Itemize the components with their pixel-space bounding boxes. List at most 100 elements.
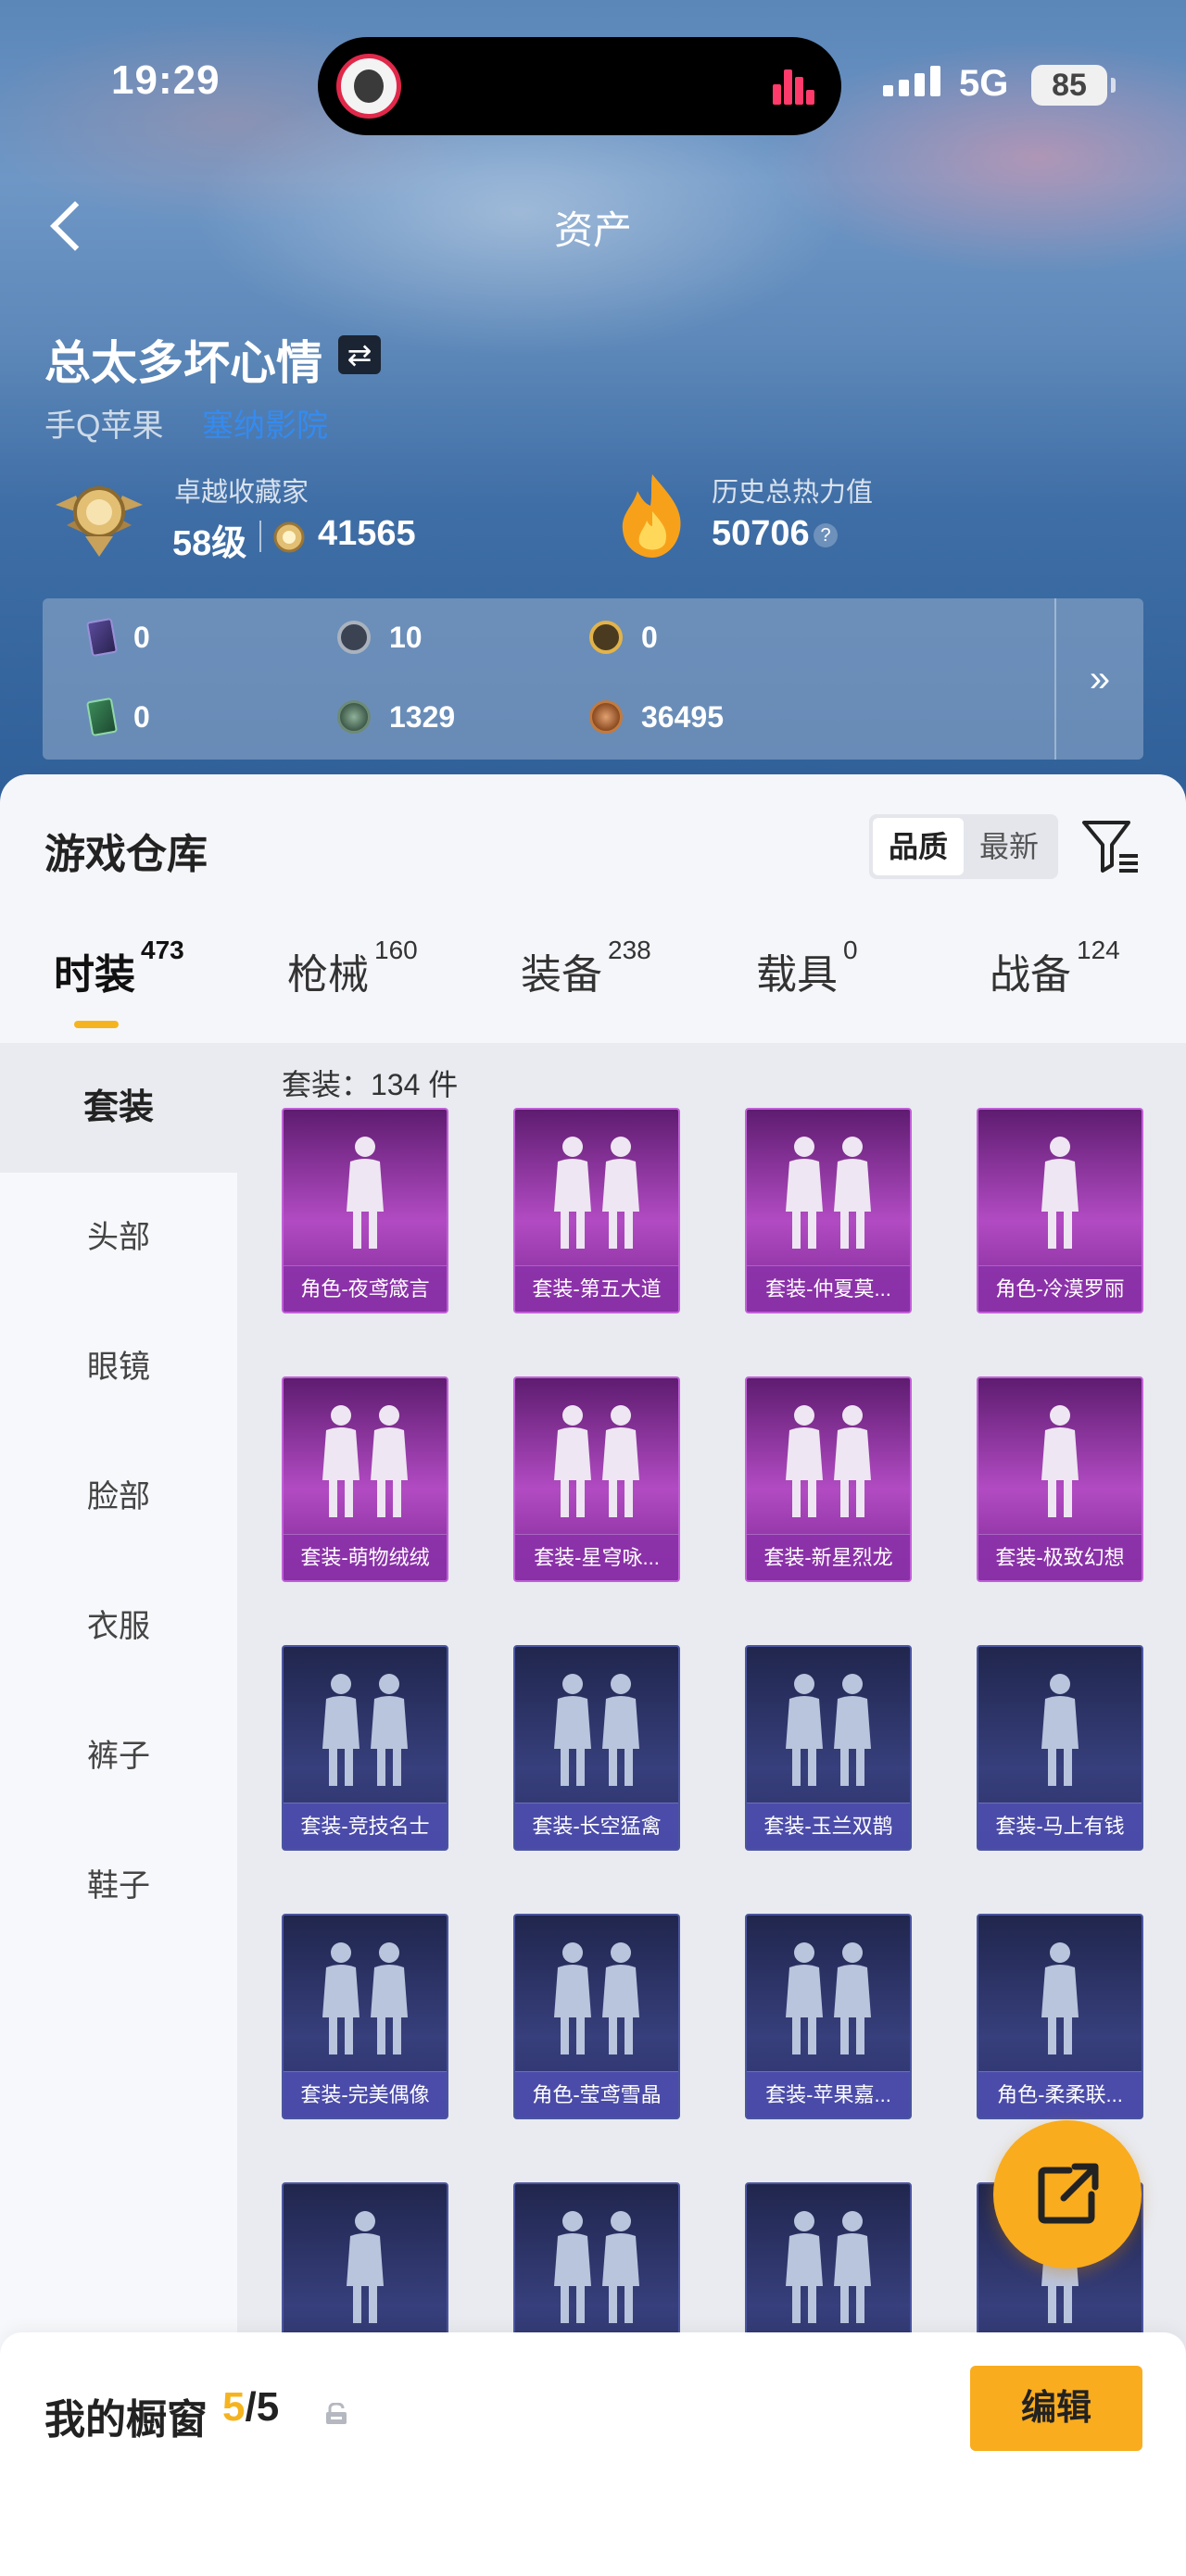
outfit-figure-icon [1041,1137,1079,1249]
outfit-figure-icon [322,1942,408,2055]
user-name: 总太多坏心情 [44,337,322,389]
currency-value: 0 [641,620,658,654]
item-card[interactable]: 套装-玉兰双鹊 [745,1645,912,1851]
item-name: 套装-苹果嘉... [747,2071,910,2117]
item-card[interactable]: 角色-莹鸢雪晶 [513,1914,680,2119]
tab-guns[interactable]: 枪械160 [287,936,418,1000]
signal-icon [883,65,944,96]
item-card[interactable]: 套装-极致幻想 [977,1376,1143,1582]
expand-currencies-icon[interactable]: » [1054,598,1143,760]
sidebar-item-head[interactable]: 头部 [0,1173,237,1302]
currency-value: 10 [389,620,423,654]
card-icon [85,617,119,658]
item-card[interactable]: 套装-完美偶像 [282,1914,448,2119]
region-label[interactable]: 塞纳影院 [202,400,328,446]
outfit-figure-icon [786,1674,871,1786]
edit-button[interactable]: 编辑 [970,2366,1142,2451]
sidebar-item-suits[interactable]: 套装 [0,1043,237,1173]
status-time: 19:29 [111,57,221,103]
points-icon [273,521,305,553]
item-card[interactable]: 角色-冷漠罗丽 [977,1108,1143,1313]
currency-panel: 0 10 0 0 1329 36495 » [43,598,1143,760]
item-name: 套装-新星烈龙 [747,1534,910,1580]
tab-count: 124 [1077,936,1120,964]
outfit-figure-icon [322,1674,408,1786]
item-card[interactable]: 角色-柔柔联... [977,1914,1143,2119]
item-name: 套装-星穹咏... [515,1534,678,1580]
currency-item: 1329 [337,697,455,737]
outfit-figure-icon [1041,1942,1079,2055]
item-name: 套装-竞技名士 [284,1803,447,1849]
item-card[interactable]: 套装-长空猛禽 [513,1645,680,1851]
item-card[interactable]: 套装-仲夏莫... [745,1108,912,1313]
sidebar-item-face[interactable]: 脸部 [0,1432,237,1562]
tab-label: 枪械 [287,952,369,998]
item-name: 角色-柔柔联... [978,2071,1142,2117]
item-card[interactable]: 套装-苹果嘉... [745,1914,912,2119]
showcase-title: 我的橱窗 [44,2397,208,2443]
outfit-figure-icon [786,2211,871,2323]
active-tab-indicator [74,1021,119,1028]
item-card[interactable]: 套装-星穹咏... [513,1376,680,1582]
outfit-figure-icon [1041,1405,1079,1517]
help-icon[interactable]: ? [814,523,838,547]
outfit-figure-icon [786,1942,871,2055]
silver-coin-icon [337,621,371,654]
sidebar-item-glasses[interactable]: 眼镜 [0,1302,237,1432]
item-name: 套装-完美偶像 [284,2071,447,2117]
item-name: 套装-玉兰双鹊 [747,1803,910,1849]
tab-fashion[interactable]: 时装473 [54,936,184,1000]
collector-label: 卓越收藏家 [174,478,309,508]
sort-by-newest[interactable]: 最新 [964,818,1054,875]
dynamic-island[interactable] [318,37,841,135]
bronze-coin-icon [589,700,623,734]
outfit-figure-icon [1041,1674,1079,1786]
tab-vehicles[interactable]: 载具0 [756,936,858,1000]
outfit-figure-icon [554,1674,639,1786]
tab-label: 载具 [756,952,838,998]
item-card[interactable]: 套装-竞技名士 [282,1645,448,1851]
currency-value: 1329 [389,699,456,734]
item-card[interactable]: 套装-萌物绒绒 [282,1376,448,1582]
currency-item: 36495 [589,697,724,737]
filter-icon[interactable] [1080,817,1140,874]
flame-icon [622,474,681,558]
outfit-figure-icon [554,1942,639,2055]
outfit-figure-icon [554,2211,639,2323]
switch-account-icon[interactable]: ⇄ [338,335,381,374]
tab-label: 装备 [521,952,602,998]
showcase-count: 5/5 [222,2384,279,2431]
tab-combat-gear[interactable]: 战备124 [990,936,1120,1000]
item-name: 套装-马上有钱 [978,1803,1142,1849]
network-type: 5G [959,63,1009,104]
showcase-total: /5 [245,2384,280,2430]
currency-item: 0 [85,617,150,658]
showcase-current: 5 [222,2384,246,2430]
item-name: 套装-极致幻想 [978,1534,1142,1580]
item-card[interactable]: 角色-夜鸢箴言 [282,1108,448,1313]
tab-count: 238 [608,936,651,964]
warehouse-title: 游戏仓库 [44,832,208,877]
sidebar-item-shoes[interactable]: 鞋子 [0,1821,237,1951]
item-card[interactable]: 套装-第五大道 [513,1108,680,1313]
item-card[interactable]: 套装-新星烈龙 [745,1376,912,1582]
outfit-figure-icon [347,1137,384,1249]
green-coin-icon [337,700,371,734]
sort-by-quality[interactable]: 品质 [873,818,964,875]
currency-value: 36495 [641,699,724,734]
sidebar-item-pants[interactable]: 裤子 [0,1691,237,1821]
gold-coin-icon [589,621,623,654]
item-name: 套装-第五大道 [515,1265,678,1312]
share-button[interactable] [993,2120,1142,2268]
ticket-icon [85,697,119,737]
tab-count: 160 [374,936,418,964]
share-icon [1038,2163,1099,2224]
item-name: 套装-萌物绒绒 [284,1534,447,1580]
sidebar-item-clothes[interactable]: 衣服 [0,1562,237,1691]
currency-value: 0 [133,699,150,734]
outfit-figure-icon [554,1405,639,1517]
item-card[interactable]: 套装-马上有钱 [977,1645,1143,1851]
outfit-figure-icon [786,1137,871,1249]
tab-equipment[interactable]: 装备238 [521,936,651,1000]
currency-item: 0 [589,617,658,658]
